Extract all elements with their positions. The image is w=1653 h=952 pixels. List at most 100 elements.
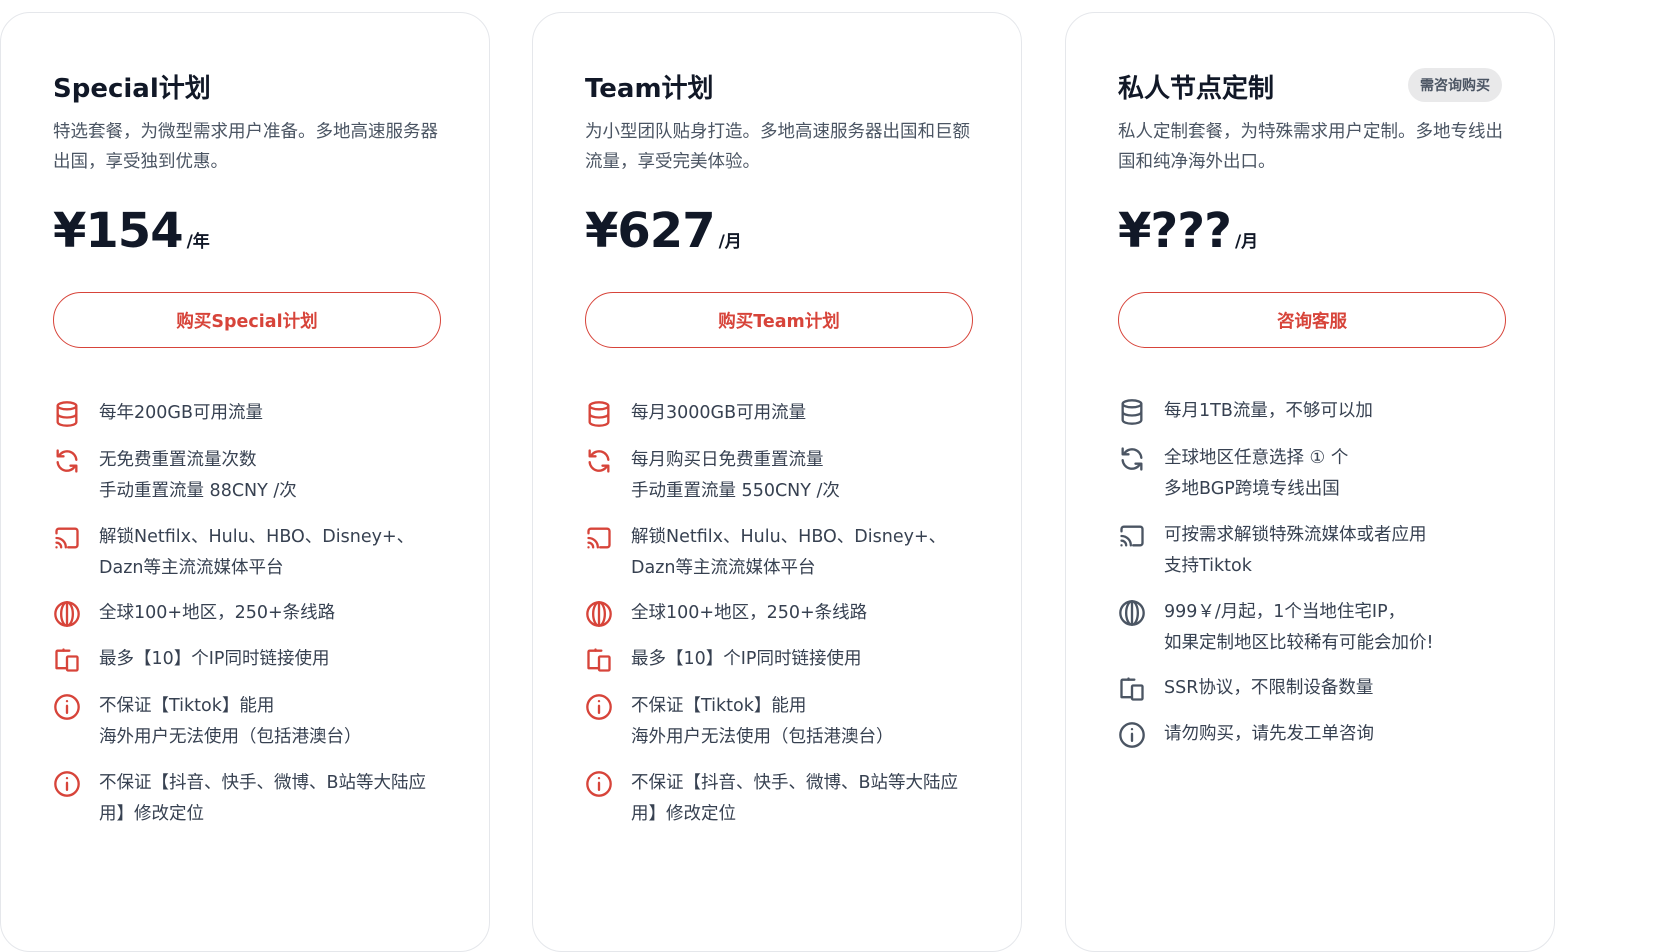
feature-item: 解锁Netfilx、Hulu、HBO、Disney+、 Dazn等主流流媒体平台 xyxy=(53,522,453,583)
feature-text: 每月购买日免费重置流量 手动重置流量 550CNY /次 xyxy=(631,445,985,506)
price-amount: ¥627 xyxy=(585,203,716,259)
feature-item: 请勿购买，请先发工单咨询 xyxy=(1118,719,1518,750)
feature-text: 全球地区任意选择 ① 个多地BGP跨境专线出国 xyxy=(1164,443,1518,504)
info-icon xyxy=(585,693,613,721)
plan-price: ¥???/月 xyxy=(1118,203,1258,259)
feature-item: 可按需求解锁特殊流媒体或者应用 支持Tiktok xyxy=(1118,520,1518,581)
price-amount: ¥??? xyxy=(1118,203,1232,259)
plan-description: 私人定制套餐，为特殊需求用户定制。多地专线出国和纯净海外出口。 xyxy=(1118,122,1503,172)
feature-line: Dazn等主流流媒体平台 xyxy=(99,557,284,578)
feature-item: 全球地区任意选择 ① 个多地BGP跨境专线出国 xyxy=(1118,443,1518,504)
plan-description: 特选套餐，为微型需求用户准备。多地高速服务器出国，享受独到优惠。 xyxy=(53,122,438,172)
info-icon xyxy=(1118,721,1146,749)
buy-team-button[interactable]: 购买Team计划 xyxy=(585,292,973,348)
feature-text: 解锁Netfilx、Hulu、HBO、Disney+、 Dazn等主流流媒体平台 xyxy=(631,522,985,583)
feature-line: 用】修改定位 xyxy=(631,803,736,824)
plan-price: ¥627/月 xyxy=(585,203,742,259)
devices-icon xyxy=(585,646,613,674)
feature-item: 不保证【抖音、快手、微博、B站等大陆应 用】修改定位 xyxy=(585,768,985,829)
globe-icon xyxy=(53,600,81,628)
feature-item: 不保证【抖音、快手、微博、B站等大陆应 用】修改定位 xyxy=(53,768,453,829)
feature-item: 不保证【Tiktok】能用海外用户无法使用（包括港澳台） xyxy=(585,691,985,752)
contact-support-button[interactable]: 咨询客服 xyxy=(1118,292,1506,348)
database-icon xyxy=(585,400,613,428)
feature-line: SSR协议，不限制设备数量 xyxy=(1164,678,1374,698)
feature-line: 解锁Netfilx、Hulu、HBO、Disney+、 xyxy=(99,527,415,547)
feature-line: 手动重置流量 88CNY /次 xyxy=(99,480,297,501)
price-period: /月 xyxy=(718,232,742,252)
feature-line: 如果定制地区比较稀有可能会加价! xyxy=(1164,632,1434,653)
plan-description: 为小型团队贴身打造。多地高速服务器出国和巨额流量，享受完美体验。 xyxy=(585,122,970,172)
feature-item: 解锁Netfilx、Hulu、HBO、Disney+、 Dazn等主流流媒体平台 xyxy=(585,522,985,583)
feature-item: 全球100+地区，250+条线路 xyxy=(585,598,985,629)
feature-line: 全球地区任意选择 ① 个 xyxy=(1164,448,1349,468)
cast-icon xyxy=(1118,522,1146,550)
price-period: /月 xyxy=(1234,232,1259,252)
plan-title: Team计划 xyxy=(585,74,714,104)
feature-text: 每月1TB流量，不够可以加 xyxy=(1164,396,1518,427)
consult-badge: 需咨询购买 xyxy=(1408,68,1502,102)
feature-item: 最多【10】个IP同时链接使用 xyxy=(53,644,453,675)
feature-text: 不保证【Tiktok】能用 海外用户无法使用（包括港澳台） xyxy=(99,691,453,752)
globe-icon xyxy=(1118,599,1146,627)
plan-card-private: 私人节点定制 需咨询购买 私人定制套餐，为特殊需求用户定制。多地专线出国和纯净海… xyxy=(1065,12,1555,952)
feature-line: 每月3000GB可用流量 xyxy=(631,403,807,423)
feature-line: 不保证【Tiktok】能用 xyxy=(631,696,807,716)
price-amount: ¥154 xyxy=(53,203,184,259)
feature-line: 请勿购买，请先发工单咨询 xyxy=(1164,724,1374,744)
feature-line: 每月购买日免费重置流量 xyxy=(631,450,824,470)
feature-line: 全球100+地区，250+条线路 xyxy=(99,603,336,623)
globe-icon xyxy=(585,600,613,628)
feature-text: 999￥/月起，1个当地住宅IP， 如果定制地区比较稀有可能会加价! xyxy=(1164,597,1518,658)
feature-line: 无免费重置流量次数 xyxy=(99,450,257,470)
feature-line: 全球100+地区，250+条线路 xyxy=(631,603,868,623)
feature-text: 不保证【Tiktok】能用海外用户无法使用（包括港澳台） xyxy=(631,691,985,752)
devices-icon xyxy=(53,646,81,674)
plan-card-team: Team计划 为小型团队贴身打造。多地高速服务器出国和巨额流量，享受完美体验。 … xyxy=(532,12,1022,952)
plan-price: ¥154/年 xyxy=(53,203,210,259)
price-period: /年 xyxy=(186,232,210,252)
refresh-icon xyxy=(53,447,81,475)
database-icon xyxy=(53,400,81,428)
feature-text: 最多【10】个IP同时链接使用 xyxy=(631,644,985,675)
feature-text: 无免费重置流量次数手动重置流量 88CNY /次 xyxy=(99,445,453,506)
feature-line: 999￥/月起，1个当地住宅IP， xyxy=(1164,602,1406,622)
feature-line: 最多【10】个IP同时链接使用 xyxy=(631,649,862,669)
feature-item: 每月3000GB可用流量 xyxy=(585,398,985,429)
feature-line: 用】修改定位 xyxy=(99,803,204,824)
buy-special-button[interactable]: 购买Special计划 xyxy=(53,292,441,348)
feature-text: 不保证【抖音、快手、微博、B站等大陆应 用】修改定位 xyxy=(99,768,453,829)
feature-line: 支持Tiktok xyxy=(1164,555,1252,576)
devices-icon xyxy=(1118,675,1146,703)
feature-line: 不保证【抖音、快手、微博、B站等大陆应 xyxy=(631,773,959,793)
plan-card-special: Special计划 特选套餐，为微型需求用户准备。多地高速服务器出国，享受独到优… xyxy=(0,12,490,952)
feature-line: 解锁Netfilx、Hulu、HBO、Disney+、 xyxy=(631,527,947,547)
feature-item: 无免费重置流量次数手动重置流量 88CNY /次 xyxy=(53,445,453,506)
feature-item: 999￥/月起，1个当地住宅IP， 如果定制地区比较稀有可能会加价! xyxy=(1118,597,1518,658)
feature-line: 海外用户无法使用（包括港澳台） xyxy=(631,726,894,747)
feature-line: 不保证【Tiktok】能用 xyxy=(99,696,275,716)
feature-text: 请勿购买，请先发工单咨询 xyxy=(1164,719,1518,750)
feature-text: 可按需求解锁特殊流媒体或者应用 支持Tiktok xyxy=(1164,520,1518,581)
plan-title: 私人节点定制 xyxy=(1118,74,1275,104)
cast-icon xyxy=(585,524,613,552)
feature-item: 全球100+地区，250+条线路 xyxy=(53,598,453,629)
feature-item: 每年200GB可用流量 xyxy=(53,398,453,429)
feature-item: 每月购买日免费重置流量 手动重置流量 550CNY /次 xyxy=(585,445,985,506)
feature-text: 每月3000GB可用流量 xyxy=(631,398,985,429)
database-icon xyxy=(1118,398,1146,426)
refresh-icon xyxy=(585,447,613,475)
feature-text: 全球100+地区，250+条线路 xyxy=(99,598,453,629)
feature-item: 不保证【Tiktok】能用 海外用户无法使用（包括港澳台） xyxy=(53,691,453,752)
feature-line: 最多【10】个IP同时链接使用 xyxy=(99,649,330,669)
feature-line: 多地BGP跨境专线出国 xyxy=(1164,478,1340,499)
feature-line: Dazn等主流流媒体平台 xyxy=(631,557,816,578)
feature-item: 最多【10】个IP同时链接使用 xyxy=(585,644,985,675)
feature-text: 全球100+地区，250+条线路 xyxy=(631,598,985,629)
cast-icon xyxy=(53,524,81,552)
info-icon xyxy=(53,770,81,798)
feature-line: 每年200GB可用流量 xyxy=(99,403,263,423)
info-icon xyxy=(53,693,81,721)
feature-text: 解锁Netfilx、Hulu、HBO、Disney+、 Dazn等主流流媒体平台 xyxy=(99,522,453,583)
refresh-icon xyxy=(1118,445,1146,473)
